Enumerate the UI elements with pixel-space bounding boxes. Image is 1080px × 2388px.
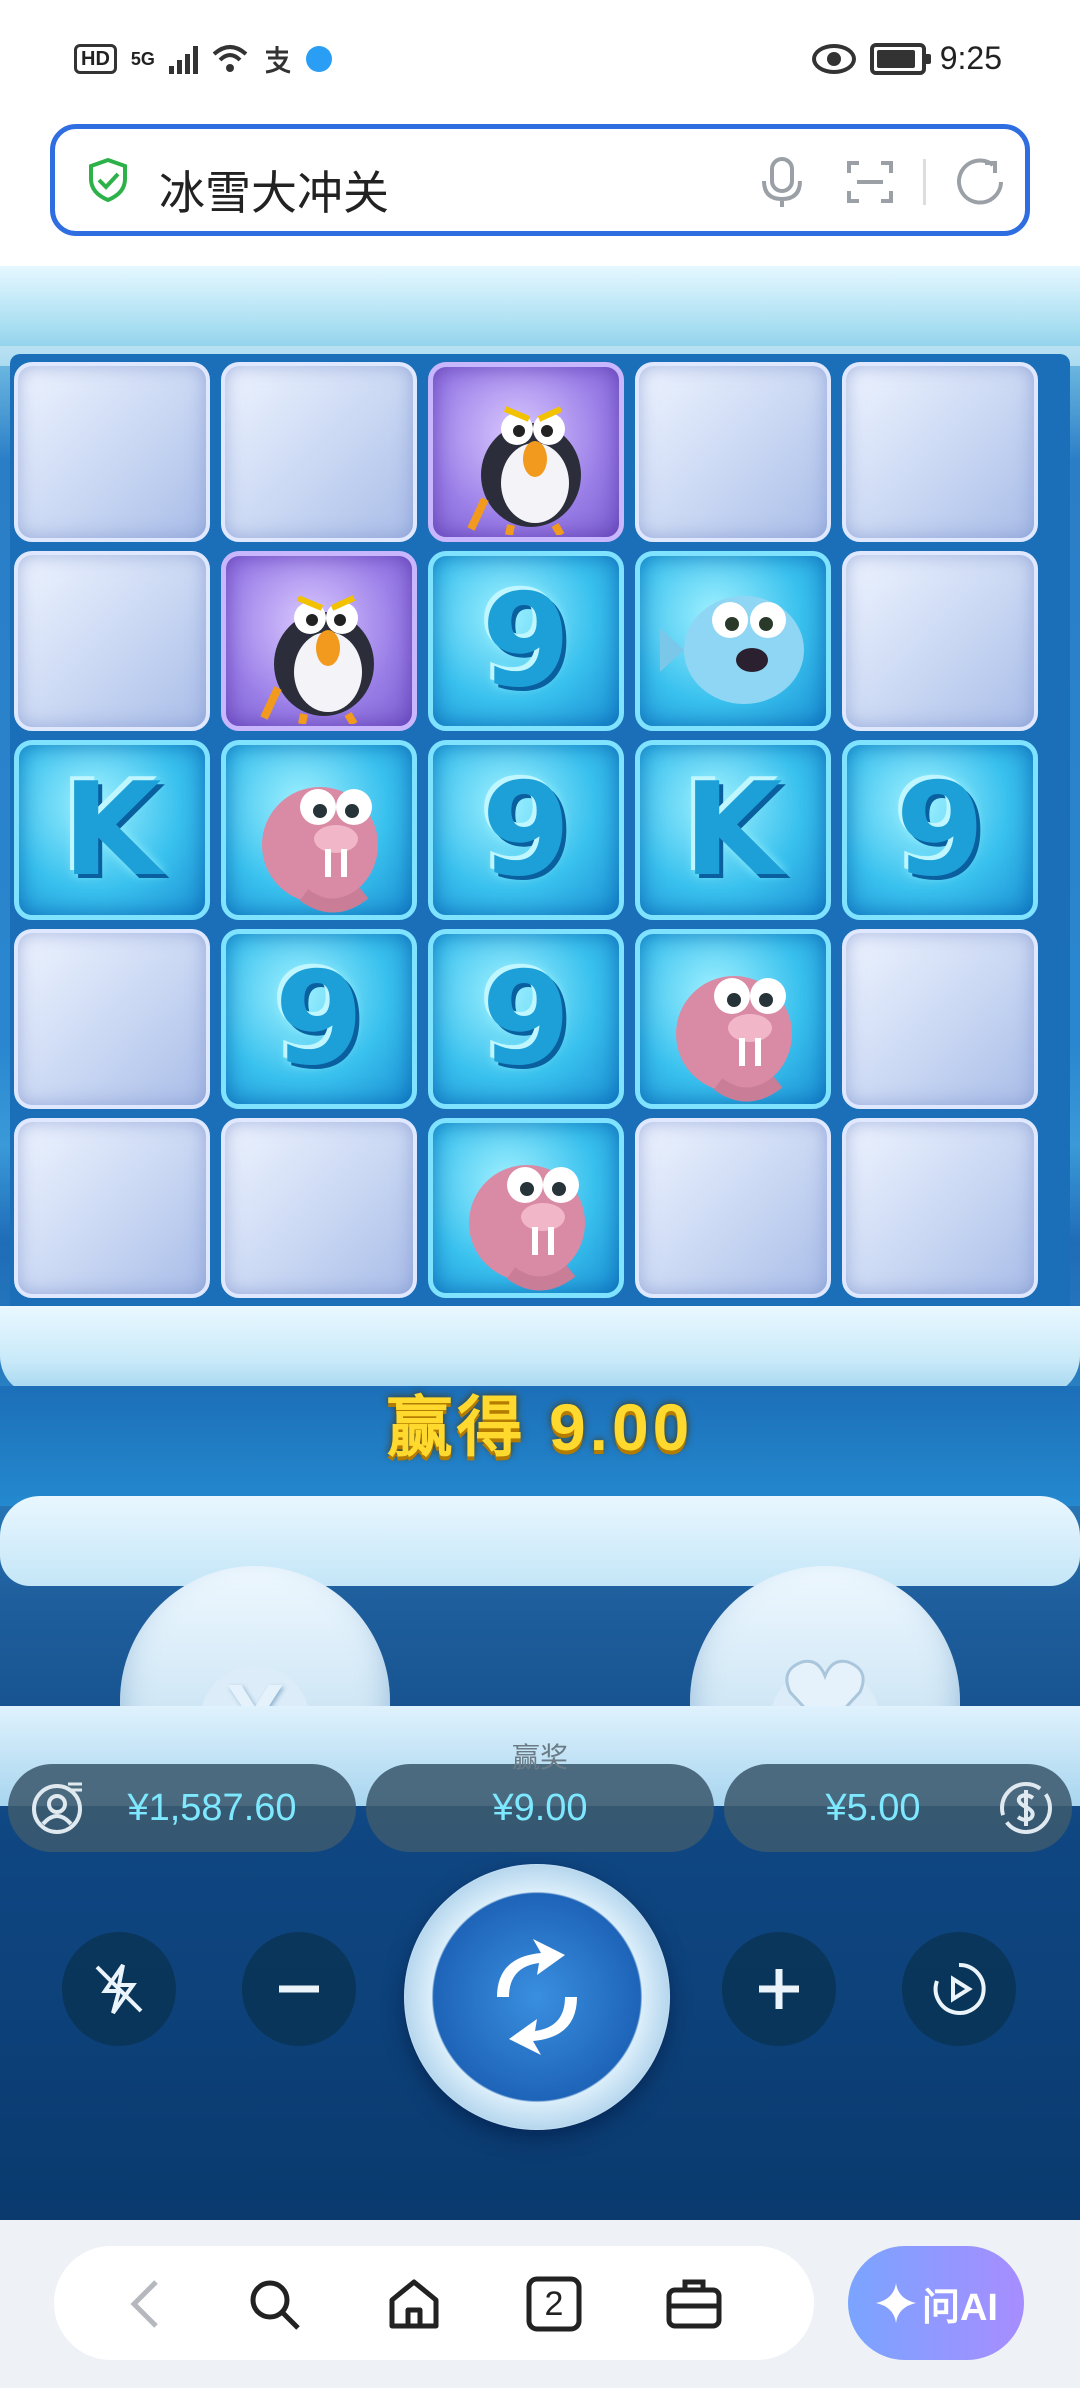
ask-ai-label: 问AI xyxy=(921,2286,998,2329)
win-label: 赢得 xyxy=(386,1390,527,1464)
empty-ice-block xyxy=(14,362,210,542)
penguin-symbol-icon xyxy=(467,406,581,535)
turbo-button[interactable] xyxy=(62,1932,176,2046)
pufferfish-symbol-icon xyxy=(660,596,804,704)
symbol-label: 9 xyxy=(274,944,364,1094)
balance-pill[interactable]: ¥1,587.60 xyxy=(8,1764,356,1852)
browser-bottom-nav: 2 问AI xyxy=(0,2220,1080,2388)
search-icon[interactable] xyxy=(244,2274,304,2334)
empty-ice-block xyxy=(221,362,417,542)
symbol-label: 9 xyxy=(481,566,571,716)
increase-bet-button[interactable] xyxy=(722,1932,836,2046)
clock: 9:25 xyxy=(939,40,1002,76)
refresh-icon[interactable] xyxy=(951,153,1009,211)
symbol-k: K xyxy=(635,740,831,920)
symbol-label: K xyxy=(683,755,783,905)
symbol-label: 9 xyxy=(481,944,571,1094)
scan-icon[interactable] xyxy=(845,157,895,207)
empty-ice-block xyxy=(14,1118,210,1298)
walrus-symbol-icon xyxy=(262,787,378,913)
alipay-icon xyxy=(265,46,291,74)
battery-icon xyxy=(869,42,931,75)
autoplay-icon xyxy=(933,1962,986,2015)
status-bar: HD 5G 9:25 xyxy=(0,0,1080,120)
wifi-icon xyxy=(212,45,248,72)
symbol-9: 9 xyxy=(428,929,624,1109)
empty-ice-block xyxy=(842,929,1038,1109)
empty-ice-block xyxy=(842,1118,1038,1298)
status-icons-left: HD 5G xyxy=(74,44,332,74)
decrease-bet-button[interactable] xyxy=(242,1932,356,2046)
status-icons-right: 9:25 xyxy=(811,40,1002,77)
app-notification-icon xyxy=(305,46,332,72)
autoplay-button[interactable] xyxy=(902,1932,1016,2046)
turbo-icon xyxy=(95,1963,143,2015)
symbol-label: 9 xyxy=(895,755,985,905)
empty-ice-block xyxy=(14,929,210,1109)
secure-shield-icon xyxy=(89,157,127,203)
hd-badge: HD xyxy=(74,44,117,74)
empty-ice-block xyxy=(221,1118,417,1298)
symbol-label: 9 xyxy=(481,755,571,905)
eye-comfort-icon xyxy=(811,43,856,74)
plus-icon xyxy=(759,1969,799,2009)
ice-ceiling xyxy=(0,266,1080,366)
spin-button[interactable] xyxy=(404,1864,670,2130)
address-text[interactable]: 冰雪大冲关 xyxy=(159,157,389,223)
symbol-walrus xyxy=(428,1118,624,1298)
empty-ice-block xyxy=(842,362,1038,542)
address-bar[interactable]: 冰雪大冲关 xyxy=(50,124,1030,236)
empty-ice-block xyxy=(635,1118,831,1298)
signal-icon xyxy=(168,44,198,74)
walrus-symbol-icon xyxy=(676,976,792,1102)
symbol-9: 9 xyxy=(221,929,417,1109)
symbol-penguin xyxy=(221,551,417,731)
briefcase-icon[interactable] xyxy=(664,2274,724,2334)
back-icon[interactable] xyxy=(118,2274,178,2334)
symbol-label: K xyxy=(62,755,162,905)
penguin-symbol-icon xyxy=(260,595,374,724)
tabs-button[interactable]: 2 xyxy=(524,2274,584,2334)
game-canvas[interactable]: 9K9K999 赢得 9.00 X ¥1,587.60 赢奖 ¥9.00 ¥5.… xyxy=(0,266,1080,2220)
empty-ice-block xyxy=(14,551,210,731)
nav-pill: 2 xyxy=(54,2246,814,2360)
home-icon[interactable] xyxy=(384,2274,444,2334)
balance-value: ¥1,587.60 xyxy=(127,1786,297,1829)
symbol-k: K xyxy=(14,740,210,920)
symbol-9: 9 xyxy=(842,740,1038,920)
symbol-walrus xyxy=(221,740,417,920)
symbol-walrus xyxy=(635,929,831,1109)
bet-settings-icon[interactable] xyxy=(998,1780,1054,1836)
snow-ledge-lower xyxy=(0,1496,1080,1586)
win-pill: 赢奖 ¥9.00 xyxy=(366,1742,714,1852)
win-amount: 9.00 xyxy=(548,1390,694,1464)
walrus-symbol-icon xyxy=(469,1165,585,1291)
minus-icon xyxy=(279,1985,319,1993)
symbol-9: 9 xyxy=(428,551,624,731)
empty-ice-block xyxy=(842,551,1038,731)
bet-pill[interactable]: ¥5.00 xyxy=(724,1764,1072,1852)
symbol-9: 9 xyxy=(428,740,624,920)
win-pill-value: ¥9.00 xyxy=(492,1786,588,1829)
symbol-penguin xyxy=(428,362,624,542)
symbol-pufferfish xyxy=(635,551,831,731)
win-display: 赢得 9.00 xyxy=(0,1374,1080,1470)
address-divider xyxy=(923,159,926,205)
microphone-icon[interactable] xyxy=(755,155,809,209)
ask-ai-button[interactable]: 问AI xyxy=(848,2246,1024,2360)
win-pill-label: 赢奖 xyxy=(511,1742,568,1773)
user-menu-icon[interactable] xyxy=(30,1782,84,1836)
bet-value: ¥5.00 xyxy=(825,1786,921,1829)
sparkle-icon xyxy=(875,2283,916,2323)
spin-icon xyxy=(497,1939,577,2055)
tabs-count: 2 xyxy=(544,2285,564,2323)
network-type: 5G xyxy=(130,48,155,69)
empty-ice-block xyxy=(635,362,831,542)
